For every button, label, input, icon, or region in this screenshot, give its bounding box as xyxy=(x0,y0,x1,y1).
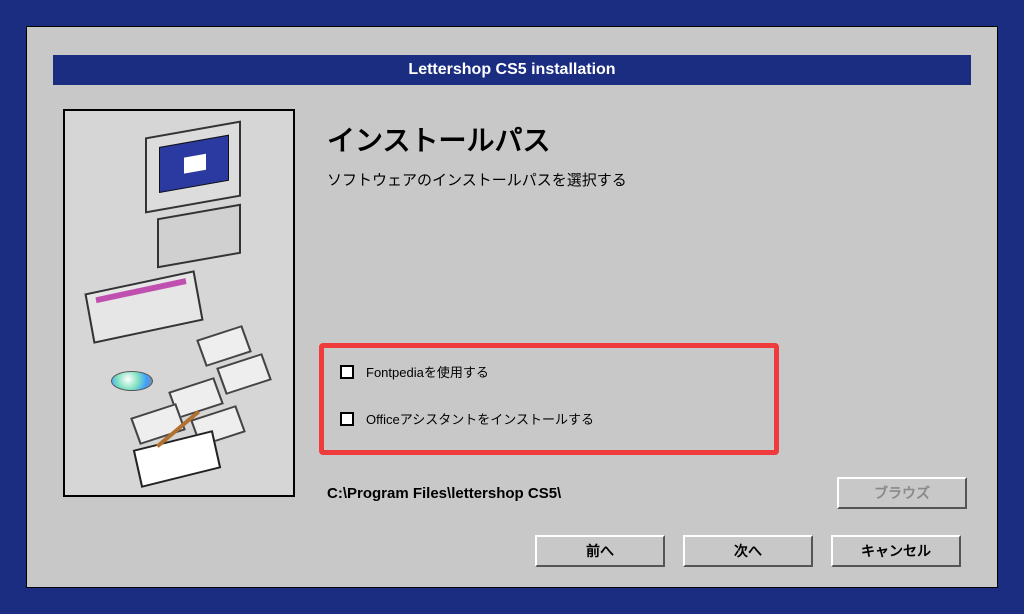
next-button[interactable]: 次へ xyxy=(683,535,813,567)
monitor-screen-icon xyxy=(159,135,229,193)
back-button[interactable]: 前へ xyxy=(535,535,665,567)
option-office-assistant[interactable]: Officeアシスタントをインストールする xyxy=(340,409,758,428)
option-fontpedia[interactable]: Fontpediaを使用する xyxy=(340,362,758,381)
checkbox-icon[interactable] xyxy=(340,412,354,426)
install-path-value: C:\Program Files\lettershop CS5\ xyxy=(327,485,561,502)
printer-icon xyxy=(84,270,203,343)
sidebar-illustration xyxy=(63,109,295,497)
page-heading: インストールパス xyxy=(327,119,967,159)
pc-base-icon xyxy=(157,204,241,269)
checkbox-icon[interactable] xyxy=(340,365,354,379)
option-fontpedia-label: Fontpediaを使用する xyxy=(366,362,489,381)
monitor-window-icon xyxy=(184,154,206,174)
content-area: インストールパス ソフトウェアのインストールパスを選択する xyxy=(327,119,967,220)
titlebar: Lettershop CS5 installation xyxy=(53,55,971,85)
cancel-button[interactable]: キャンセル xyxy=(831,535,961,567)
titlebar-text: Lettershop CS5 installation xyxy=(408,61,615,78)
options-highlight-box: Fontpediaを使用する Officeアシスタントをインストールする xyxy=(319,343,779,455)
monitor-icon xyxy=(145,121,241,214)
wizard-button-bar: 前へ 次へ キャンセル xyxy=(535,535,961,567)
install-path-row: C:\Program Files\lettershop CS5\ ブラウズ xyxy=(327,477,967,509)
browse-button[interactable]: ブラウズ xyxy=(837,477,967,509)
installer-window: Lettershop CS5 installation xyxy=(26,26,998,588)
installer-art xyxy=(65,111,293,495)
page-subheading: ソフトウェアのインストールパスを選択する xyxy=(327,169,967,190)
option-office-assistant-label: Officeアシスタントをインストールする xyxy=(366,409,594,428)
printer-stripe-icon xyxy=(95,278,186,303)
viewport-background: Lettershop CS5 installation xyxy=(0,0,1024,614)
cd-icon xyxy=(111,371,153,391)
